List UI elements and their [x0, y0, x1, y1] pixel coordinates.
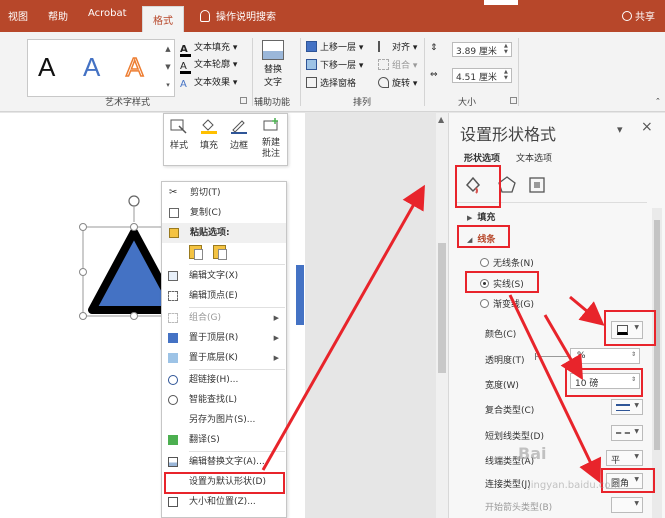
- watermark-subtext: jingyan.baidu.com: [528, 480, 621, 491]
- arrow-to-width: [543, 314, 584, 381]
- annotation-arrows: [261, 184, 605, 484]
- arrow-to-color: [569, 295, 605, 326]
- watermark-text: Bai: [518, 444, 547, 463]
- arrow-to-pane-icon: [261, 184, 425, 471]
